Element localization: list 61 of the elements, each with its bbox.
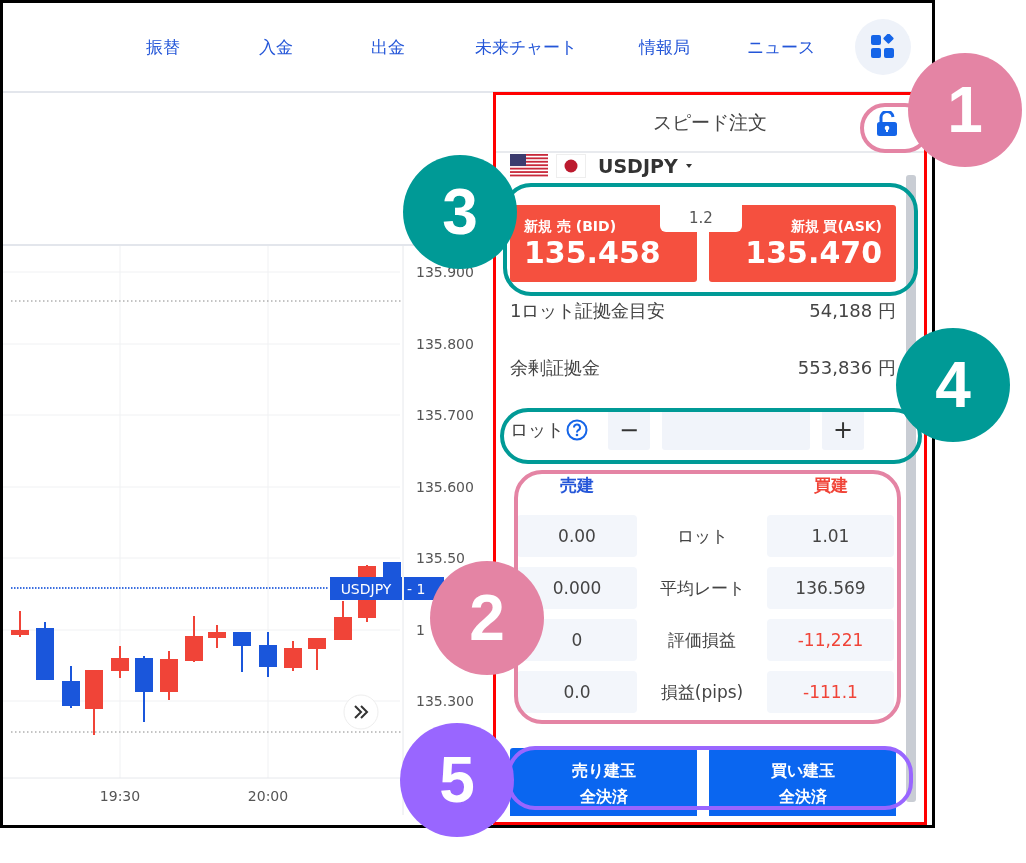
axis-label: 135.300 bbox=[416, 693, 474, 709]
axis-label: 135.700 bbox=[416, 407, 474, 423]
candlestick bbox=[62, 665, 80, 709]
nav-link[interactable]: 出金 bbox=[333, 35, 443, 59]
table-cell: 0.0 bbox=[517, 671, 637, 713]
close-all-button[interactable]: 買い建玉 全決済 bbox=[709, 748, 896, 816]
row-label: 損益(pips) bbox=[659, 680, 745, 704]
unlocked-padlock-icon[interactable] bbox=[876, 111, 898, 137]
candlestick bbox=[85, 669, 103, 736]
increment-button[interactable]: + bbox=[822, 410, 864, 450]
row-label: ロット bbox=[675, 524, 729, 548]
panel-title: スピード注文 bbox=[653, 110, 767, 135]
candlestick bbox=[11, 610, 29, 638]
scroll-right-button[interactable] bbox=[343, 694, 379, 730]
info-label: 余剰証拠金 bbox=[510, 355, 600, 380]
candlestick bbox=[233, 631, 251, 673]
nav-link[interactable]: 入金 bbox=[219, 35, 333, 59]
number-badge: 4 bbox=[896, 328, 1010, 442]
candlestick bbox=[111, 645, 129, 679]
table-cell: 136.569 bbox=[767, 567, 894, 609]
row-label: 評価損益 bbox=[667, 628, 737, 652]
us-flag-icon bbox=[510, 154, 548, 178]
candlestick bbox=[36, 621, 54, 681]
column-header: 売建 bbox=[559, 473, 595, 497]
table-cell: -11,221 bbox=[767, 619, 894, 661]
table-cell: 0.00 bbox=[517, 515, 637, 557]
lot-input[interactable] bbox=[662, 410, 810, 450]
axis-label: 135.600 bbox=[416, 479, 474, 495]
decrement-button[interactable]: − bbox=[608, 410, 650, 450]
help-icon[interactable] bbox=[566, 419, 588, 441]
candlestick bbox=[160, 650, 178, 701]
candlestick bbox=[259, 631, 277, 678]
axis-label: 19:30 bbox=[99, 788, 141, 804]
axis-label: 20:00 bbox=[247, 788, 289, 804]
close-all-button[interactable]: 売り建玉 全決済 bbox=[510, 748, 697, 816]
apps-button[interactable] bbox=[855, 19, 911, 75]
currency-pair-dropdown[interactable]: USDJPY bbox=[594, 155, 694, 177]
apps-icon bbox=[870, 34, 896, 60]
row-label: 平均レート bbox=[658, 576, 746, 600]
info-value: 54,188 円 bbox=[809, 298, 896, 323]
candlestick bbox=[135, 655, 153, 723]
caret-icon bbox=[683, 163, 694, 169]
number-badge: 1 bbox=[908, 53, 1022, 167]
nav-link[interactable]: ニュース bbox=[719, 35, 843, 59]
axis-label: 135.800 bbox=[416, 336, 474, 352]
lot-label: ロット bbox=[510, 418, 564, 442]
candlestick bbox=[334, 600, 352, 641]
nav-link[interactable]: 未来チャート bbox=[443, 35, 609, 59]
axis-label: 1 bbox=[416, 622, 425, 638]
spread-value: 1.2 bbox=[660, 205, 742, 232]
info-label: 1ロット証拠金目安 bbox=[510, 298, 666, 323]
table-cell: 1.01 bbox=[767, 515, 894, 557]
candlestick bbox=[208, 624, 226, 649]
candlestick bbox=[308, 637, 326, 671]
nav-link[interactable]: 情報局 bbox=[609, 35, 719, 59]
info-value: 553,836 円 bbox=[797, 355, 896, 380]
nav-link[interactable]: 振替 bbox=[107, 35, 219, 59]
column-header: 買建 bbox=[812, 473, 849, 497]
candlestick bbox=[185, 615, 203, 663]
candlestick bbox=[284, 640, 302, 672]
table-cell: -111.1 bbox=[767, 671, 894, 713]
